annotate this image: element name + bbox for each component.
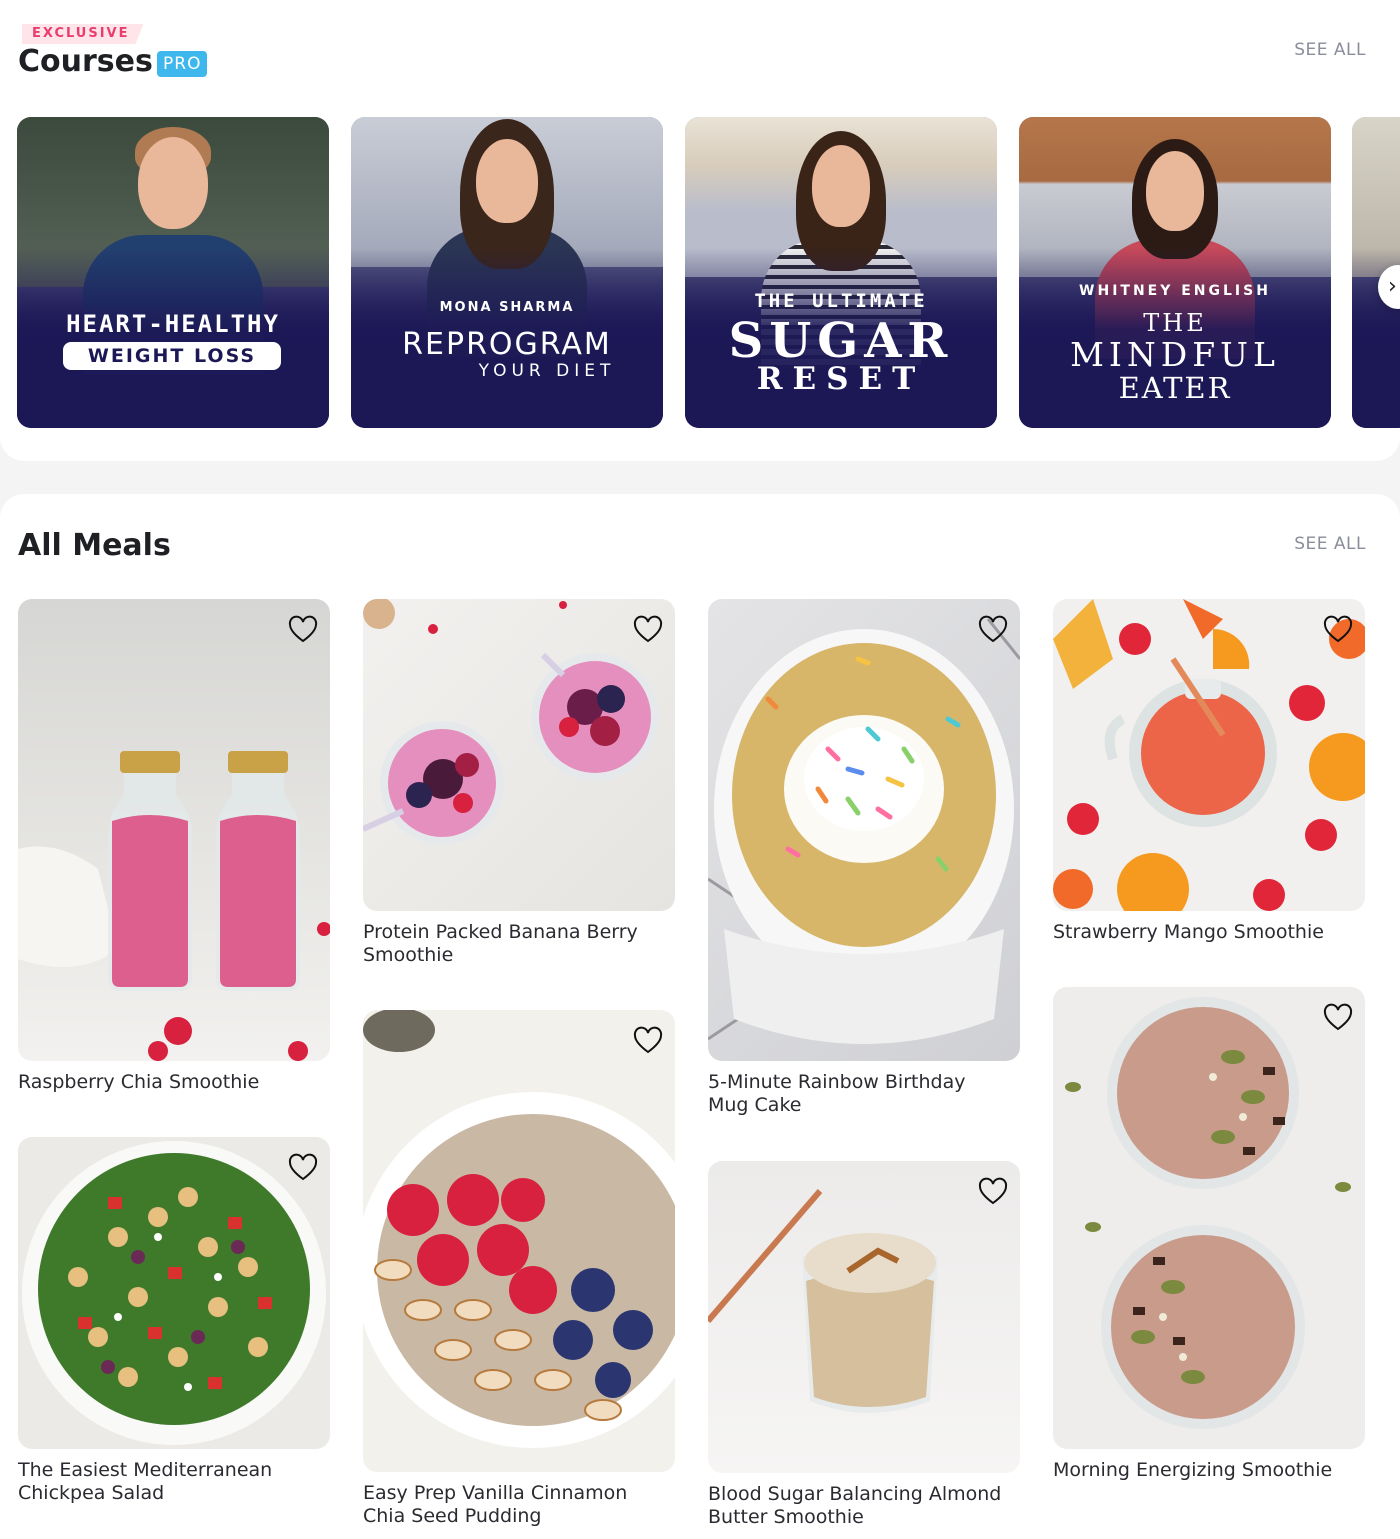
meal-photo (708, 1161, 1020, 1473)
heart-outline-icon[interactable] (632, 1025, 664, 1057)
meal-title: Strawberry Mango Smoothie (1053, 921, 1324, 943)
meal-title: 5-Minute Rainbow Birthday Mug Cake (708, 1071, 966, 1116)
course-title-line2: RESET (756, 361, 926, 397)
meal-card[interactable]: Strawberry Mango Smoothie (1053, 599, 1365, 944)
meal-title: Raspberry Chia Smoothie (18, 1071, 260, 1093)
meal-title: Easy Prep Vanilla Cinnamon Chia Seed Pud… (363, 1482, 628, 1527)
meal-title: Morning Energizing Smoothie (1053, 1459, 1333, 1481)
heart-outline-icon[interactable] (287, 614, 319, 646)
course-title-line1: HEART-HEALTHY (66, 310, 280, 338)
exclusive-badge: EXCLUSIVE (22, 24, 144, 44)
course-subtitle: THE (1143, 309, 1207, 337)
meal-card[interactable]: 5-Minute Rainbow Birthday Mug Cake (708, 599, 1020, 1117)
meal-card[interactable]: Easy Prep Vanilla Cinnamon Chia Seed Pud… (363, 1010, 675, 1528)
courses-see-all-link[interactable]: SEE ALL (1294, 40, 1366, 60)
course-card-mindful-eater[interactable]: WHITNEY ENGLISH THE MINDFUL EATER (1019, 117, 1331, 428)
heart-outline-icon[interactable] (977, 614, 1009, 646)
courses-section: EXCLUSIVE Courses PRO SEE ALL HEART-HEAL… (0, 0, 1400, 461)
heart-outline-icon[interactable] (287, 1152, 319, 1184)
meal-card[interactable]: The Easiest Mediterranean Chickpea Salad (18, 1137, 330, 1505)
courses-title: Courses (18, 44, 153, 79)
meal-title: Blood Sugar Balancing Almond Butter Smoo… (708, 1483, 1002, 1528)
course-title-line2: YOUR DIET (478, 361, 616, 381)
course-title-line1: REPROGRAM (402, 327, 612, 362)
pro-badge: PRO (157, 51, 208, 77)
heart-outline-icon[interactable] (1322, 1002, 1354, 1034)
course-author: MONA SHARMA (439, 300, 575, 315)
meal-photo (1053, 599, 1365, 911)
meal-photo (18, 1137, 330, 1449)
course-card-ultimate-sugar-reset[interactable]: THE ULTIMATE SUGAR RESET (685, 117, 997, 428)
meal-title: The Easiest Mediterranean Chickpea Salad (18, 1459, 273, 1504)
meals-title: All Meals (18, 528, 171, 563)
meal-photo (708, 599, 1020, 1061)
meals-see-all-link[interactable]: SEE ALL (1294, 534, 1366, 554)
meal-title: Protein Packed Banana Berry Smoothie (363, 921, 638, 966)
course-card-heart-healthy-weight-loss[interactable]: HEART-HEALTHY WEIGHT LOSS (17, 117, 329, 428)
course-subtitle: THE ULTIMATE (754, 290, 928, 312)
course-title-line2: EATER (1118, 371, 1232, 405)
heart-outline-icon[interactable] (977, 1176, 1009, 1208)
meal-photo (1053, 987, 1365, 1449)
course-title-line1: MINDFUL (1070, 335, 1280, 374)
meal-card[interactable]: Raspberry Chia Smoothie (18, 599, 330, 1094)
meal-card[interactable]: Blood Sugar Balancing Almond Butter Smoo… (708, 1161, 1020, 1529)
heart-outline-icon[interactable] (1322, 614, 1354, 646)
meal-photo (363, 599, 675, 911)
course-card-reprogram-your-diet[interactable]: MONA SHARMA REPROGRAM YOUR DIET (351, 117, 663, 428)
heart-outline-icon[interactable] (632, 614, 664, 646)
meal-card[interactable]: Protein Packed Banana Berry Smoothie (363, 599, 675, 967)
course-title-line2: WEIGHT LOSS (63, 342, 281, 370)
meal-photo (363, 1010, 675, 1472)
course-author: WHITNEY ENGLISH (1079, 283, 1271, 299)
meal-photo (18, 599, 330, 1061)
meal-card[interactable]: Morning Energizing Smoothie (1053, 987, 1365, 1482)
